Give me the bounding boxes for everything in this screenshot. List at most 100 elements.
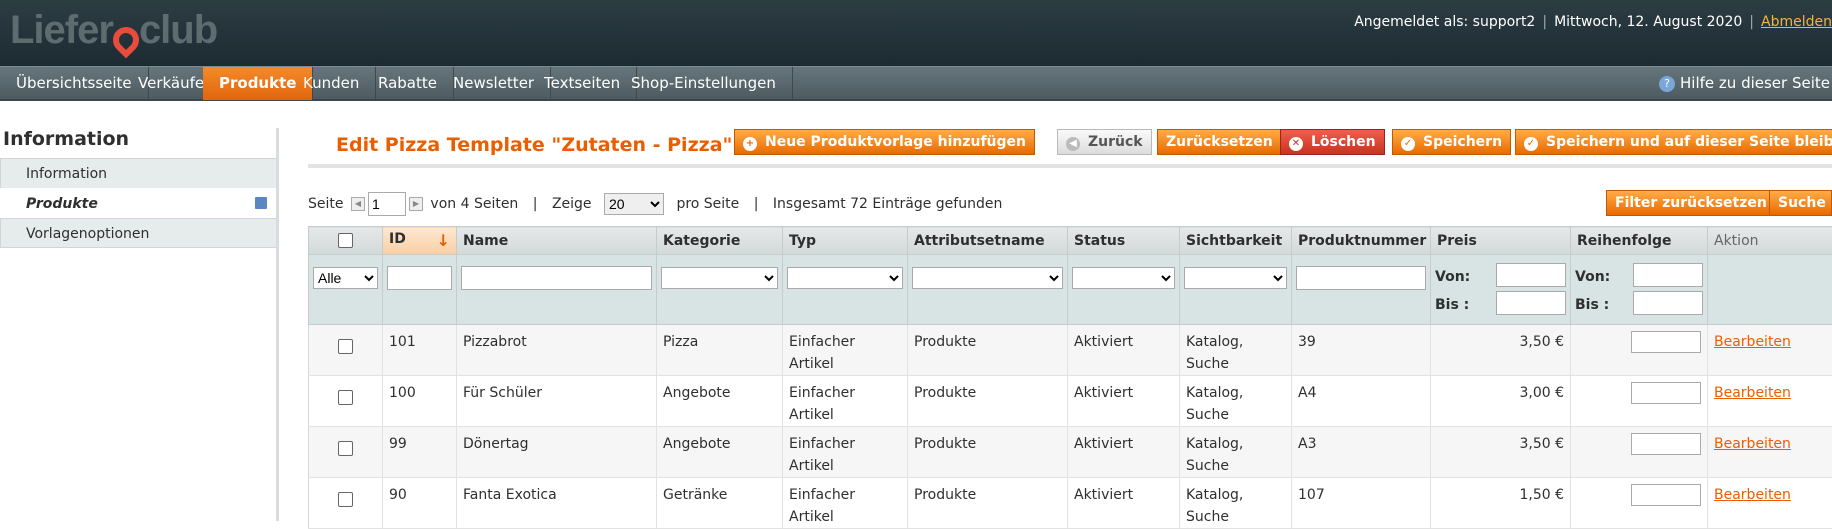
filter-reset-button[interactable]: Filter zurücksetzen xyxy=(1606,190,1776,216)
divider xyxy=(308,164,1832,168)
save-button[interactable]: ✓ Speichern xyxy=(1392,129,1511,155)
button-label: Löschen xyxy=(1311,134,1376,150)
pager: Seite ◀▶ von 4 Seiten | Zeige 20 pro Sei… xyxy=(308,192,1002,216)
col-sku[interactable]: Produktnummer xyxy=(1292,227,1431,255)
row-checkbox[interactable] xyxy=(338,441,353,456)
cell-name: Für Schüler xyxy=(457,376,657,427)
save-icon xyxy=(255,197,267,209)
col-attrset[interactable]: Attributsetname xyxy=(908,227,1068,255)
close-icon: ✕ xyxy=(1289,137,1303,151)
back-button[interactable]: ◀ Zurück xyxy=(1057,129,1152,155)
col-visibility[interactable]: Sichtbarkeit xyxy=(1180,227,1292,255)
header: Lieferclub Angemeldet als: support2|Mitt… xyxy=(0,0,1832,66)
col-price[interactable]: Preis xyxy=(1431,227,1571,255)
cell-type: Einfacher Artikel xyxy=(783,376,908,427)
order-from-label: Von: xyxy=(1575,269,1610,285)
edit-link[interactable]: Bearbeiten xyxy=(1714,385,1791,401)
save-stay-button[interactable]: ✓ Speichern und auf dieser Seite bleiben xyxy=(1515,129,1832,155)
next-page-icon[interactable]: ▶ xyxy=(409,197,423,211)
visibility-filter-select[interactable] xyxy=(1184,267,1287,289)
help-link[interactable]: ?Hilfe zu dieser Seite xyxy=(1659,67,1830,100)
edit-link[interactable]: Bearbeiten xyxy=(1714,334,1791,350)
prev-page-icon[interactable]: ◀ xyxy=(351,197,365,211)
cell-category: Pizza xyxy=(657,325,783,376)
status-filter-select[interactable] xyxy=(1072,267,1175,289)
sidebar: Information Information Produkte Vorlage… xyxy=(0,128,278,248)
select-all-header[interactable] xyxy=(309,227,383,255)
col-status[interactable]: Status xyxy=(1068,227,1180,255)
sidebar-item-information[interactable]: Information xyxy=(0,158,278,188)
sidebar-title: Information xyxy=(0,128,278,158)
id-filter-input[interactable] xyxy=(387,266,452,290)
reset-button[interactable]: Zurücksetzen xyxy=(1157,129,1282,155)
check-icon: ✓ xyxy=(1524,137,1538,151)
search-button[interactable]: Suche xyxy=(1769,190,1832,216)
show-label: Zeige xyxy=(552,196,592,212)
sidebar-item-label: Vorlagenoptionen xyxy=(26,226,149,242)
type-filter-select[interactable] xyxy=(787,267,903,289)
cell-type: Einfacher Artikel xyxy=(783,325,908,376)
per-page-label: pro Seite xyxy=(676,196,739,212)
col-category[interactable]: Kategorie xyxy=(657,227,783,255)
logout-link[interactable]: Abmelden xyxy=(1761,14,1832,30)
cell-visibility: Katalog, Suche xyxy=(1180,427,1292,478)
sku-filter-input[interactable] xyxy=(1296,266,1426,290)
col-type[interactable]: Typ xyxy=(783,227,908,255)
attrset-filter-select[interactable] xyxy=(912,267,1063,289)
table-row: 101 Pizzabrot Pizza Einfacher Artikel Pr… xyxy=(309,325,1832,376)
col-id[interactable]: ID↓ xyxy=(383,227,457,255)
button-label: Speichern xyxy=(1423,134,1502,150)
select-filter[interactable]: Alle xyxy=(313,267,378,289)
per-page-select[interactable]: 20 xyxy=(604,193,664,215)
select-all-checkbox[interactable] xyxy=(338,233,353,248)
order-input[interactable] xyxy=(1631,484,1701,506)
order-from-input[interactable] xyxy=(1633,263,1703,287)
sidebar-item-label: Produkte xyxy=(26,196,98,212)
price-from-input[interactable] xyxy=(1496,263,1566,287)
logo-text-right: club xyxy=(139,8,217,52)
row-checkbox[interactable] xyxy=(338,390,353,405)
total-count: Insgesamt 72 Einträge gefunden xyxy=(773,196,1002,212)
sidebar-divider xyxy=(276,128,279,521)
row-checkbox[interactable] xyxy=(338,492,353,507)
edit-link[interactable]: Bearbeiten xyxy=(1714,436,1791,452)
check-icon: ✓ xyxy=(1401,137,1415,151)
sidebar-item-products[interactable]: Produkte xyxy=(0,188,278,218)
delete-button[interactable]: ✕ Löschen xyxy=(1280,129,1385,155)
row-checkbox[interactable] xyxy=(338,339,353,354)
order-to-input[interactable] xyxy=(1633,291,1703,315)
sidebar-item-template-options[interactable]: Vorlagenoptionen xyxy=(0,218,278,248)
name-filter-input[interactable] xyxy=(461,266,652,290)
col-name[interactable]: Name xyxy=(457,227,657,255)
edit-link[interactable]: Bearbeiten xyxy=(1714,487,1791,503)
button-label: Suche xyxy=(1778,195,1826,211)
cell-attrset: Produkte xyxy=(908,325,1068,376)
button-label: Speichern und auf dieser Seite bleiben xyxy=(1546,134,1832,150)
nav-shop-settings[interactable]: Shop-Einstellungen xyxy=(615,67,793,100)
header-label: ID xyxy=(389,231,406,247)
add-template-button[interactable]: + Neue Produktvorlage hinzufügen xyxy=(734,129,1035,155)
order-input[interactable] xyxy=(1631,331,1701,353)
cell-id: 99 xyxy=(383,427,457,478)
button-label: Filter zurücksetzen xyxy=(1615,195,1767,211)
page-title: Edit Pizza Template "Zutaten - Pizza" xyxy=(336,134,732,156)
page-input[interactable] xyxy=(368,192,406,216)
category-filter-select[interactable] xyxy=(661,267,778,289)
col-order[interactable]: Reihenfolge xyxy=(1571,227,1708,255)
logo-text-left: Liefer xyxy=(10,8,113,52)
logged-in-user: Angemeldet als: support2 xyxy=(1354,14,1535,30)
button-label: Zurück xyxy=(1088,134,1143,150)
plus-icon: + xyxy=(743,137,757,151)
order-to-label: Bis : xyxy=(1575,297,1609,313)
sidebar-item-label: Information xyxy=(26,166,107,182)
help-icon: ? xyxy=(1659,76,1675,92)
order-input[interactable] xyxy=(1631,433,1701,455)
price-to-input[interactable] xyxy=(1496,291,1566,315)
cell-price: 3,50 € xyxy=(1431,427,1571,478)
table-row: 99 Dönertag Angebote Einfacher Artikel P… xyxy=(309,427,1832,478)
cell-price: 3,50 € xyxy=(1431,325,1571,376)
button-label: Neue Produktvorlage hinzufügen xyxy=(765,134,1026,150)
arrow-left-icon: ◀ xyxy=(1066,137,1080,151)
logo[interactable]: Liefer club xyxy=(10,8,217,53)
order-input[interactable] xyxy=(1631,382,1701,404)
